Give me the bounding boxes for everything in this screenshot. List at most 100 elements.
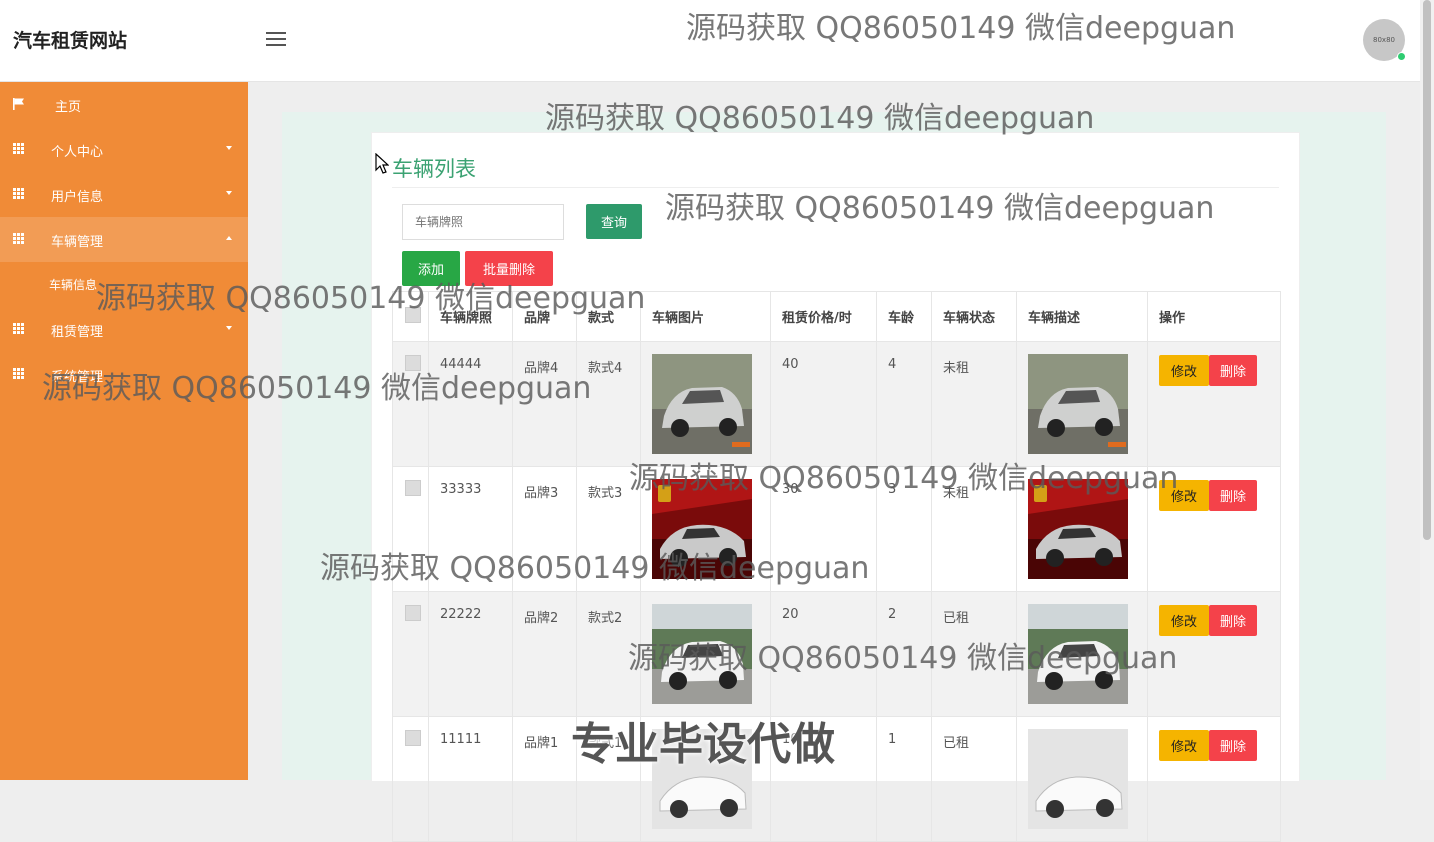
table-row: 33333 品牌3 款式3 30 3 未租 修改 删除 <box>392 466 1281 592</box>
plate-cell: 11111 <box>428 716 513 842</box>
query-button[interactable]: 查询 <box>586 204 642 239</box>
delete-button[interactable]: 删除 <box>1209 605 1257 636</box>
chevron-up-icon <box>226 236 232 240</box>
sidebar-subitem-vehicle-info[interactable]: 车辆信息 <box>49 276 97 293</box>
sidebar-item-label: 主页 <box>55 100 82 115</box>
row-checkbox[interactable] <box>405 355 421 371</box>
actions-cell: 修改 删除 <box>1147 716 1281 842</box>
grid-icon <box>13 368 25 380</box>
scrollbar-thumb[interactable] <box>1423 0 1431 540</box>
delete-button[interactable]: 删除 <box>1209 480 1257 511</box>
row-select-cell <box>392 341 429 467</box>
row-select-cell <box>392 716 429 842</box>
brand-cell: 品牌2 <box>512 591 577 717</box>
price-cell: 20 <box>770 591 877 717</box>
online-status-dot <box>1397 52 1406 61</box>
price-cell: 30 <box>770 466 877 592</box>
row-select-cell <box>392 591 429 717</box>
style-cell: 款式4 <box>576 341 641 467</box>
table-row: 44444 品牌4 款式4 40 4 未租 修改 删除 <box>392 341 1281 467</box>
age-cell: 2 <box>876 591 932 717</box>
delete-button[interactable]: 删除 <box>1209 355 1257 386</box>
sidebar-item-label: 车辆管理 <box>51 235 104 250</box>
edit-button[interactable]: 修改 <box>1159 605 1209 636</box>
actions-cell: 修改 删除 <box>1147 591 1281 717</box>
car-photo-grey-suv <box>1028 354 1128 454</box>
age-cell: 1 <box>876 716 932 842</box>
edit-button[interactable]: 修改 <box>1159 480 1209 511</box>
row-checkbox[interactable] <box>405 605 421 621</box>
sidebar-item-label: 用户信息 <box>51 190 104 205</box>
car-photo-silver-sportscar <box>652 479 752 579</box>
divider <box>392 187 1279 188</box>
car-photo-silver-sportscar <box>1028 479 1128 579</box>
row-checkbox[interactable] <box>405 730 421 746</box>
brand-cell: 品牌3 <box>512 466 577 592</box>
plate-cell: 44444 <box>428 341 513 467</box>
chevron-down-icon <box>226 146 232 150</box>
grid-icon <box>13 188 25 200</box>
column-header: 车龄 <box>876 291 932 342</box>
sidebar-item-personal-center[interactable]: 个人中心 <box>0 127 248 172</box>
image-cell <box>640 591 771 717</box>
select-all-checkbox[interactable] <box>405 307 421 323</box>
edit-button[interactable]: 修改 <box>1159 355 1209 386</box>
description-cell <box>1016 466 1148 592</box>
table-row: 11111 品牌1 款式1 10 1 已租 修改 删除 <box>392 716 1281 842</box>
sidebar-item-vehicle-management[interactable]: 车辆管理 <box>0 217 248 262</box>
page-title: 车辆列表 <box>392 157 476 181</box>
status-cell: 已租 <box>931 716 1017 842</box>
vehicle-list-panel: 车辆列表 查询 添加 批量删除 车辆牌照 品牌 款式 车辆图片 租赁价格/时 车… <box>371 132 1300 842</box>
grid-icon <box>13 233 25 245</box>
row-select-cell <box>392 466 429 592</box>
column-header: 车辆牌照 <box>428 291 513 342</box>
price-cell: 40 <box>770 341 877 467</box>
table-header-row: 车辆牌照 品牌 款式 车辆图片 租赁价格/时 车龄 车辆状态 车辆描述 操作 <box>392 291 1281 342</box>
age-cell: 4 <box>876 341 932 467</box>
car-photo-white-roadster <box>1028 729 1128 829</box>
description-cell <box>1016 591 1148 717</box>
sidebar: 主页 个人中心 用户信息 车辆管理 车辆信息 租赁管理 系统管理 <box>0 82 248 780</box>
watermark-banner: 专业毕设代做 <box>571 719 835 770</box>
actions-cell: 修改 删除 <box>1147 341 1281 467</box>
hamburger-menu-icon[interactable] <box>266 32 286 48</box>
column-header: 车辆图片 <box>640 291 771 342</box>
description-cell <box>1016 716 1148 842</box>
car-photo-grey-suv <box>652 354 752 454</box>
column-header: 车辆描述 <box>1016 291 1148 342</box>
delete-button[interactable]: 删除 <box>1209 730 1257 761</box>
row-checkbox[interactable] <box>405 480 421 496</box>
plate-cell: 33333 <box>428 466 513 592</box>
plate-cell: 22222 <box>428 591 513 717</box>
style-cell: 款式2 <box>576 591 641 717</box>
car-photo-white-suv <box>652 604 752 704</box>
site-title: 汽车租赁网站 <box>13 30 128 52</box>
batch-delete-button[interactable]: 批量删除 <box>465 251 553 286</box>
actions-cell: 修改 删除 <box>1147 466 1281 592</box>
column-header: 车辆状态 <box>931 291 1017 342</box>
sidebar-item-home[interactable]: 主页 <box>0 82 248 127</box>
add-button[interactable]: 添加 <box>402 251 460 286</box>
status-cell: 未租 <box>931 341 1017 467</box>
sidebar-item-rental-management[interactable]: 租赁管理 <box>0 307 248 352</box>
edit-button[interactable]: 修改 <box>1159 730 1209 761</box>
car-photo-white-suv <box>1028 604 1128 704</box>
column-header: 品牌 <box>512 291 577 342</box>
table-row: 22222 品牌2 款式2 20 2 已租 修改 删除 <box>392 591 1281 717</box>
status-cell: 已租 <box>931 591 1017 717</box>
vehicle-table: 车辆牌照 品牌 款式 车辆图片 租赁价格/时 车龄 车辆状态 车辆描述 操作 4… <box>392 291 1281 842</box>
column-header: 操作 <box>1147 291 1281 342</box>
grid-icon <box>13 323 25 335</box>
chevron-down-icon <box>226 191 232 195</box>
sidebar-item-label: 系统管理 <box>51 370 104 385</box>
description-cell <box>1016 341 1148 467</box>
sidebar-item-user-info[interactable]: 用户信息 <box>0 172 248 217</box>
image-cell <box>640 466 771 592</box>
flag-icon <box>13 98 24 110</box>
sidebar-item-label: 个人中心 <box>51 145 104 160</box>
image-cell <box>640 341 771 467</box>
plate-search-input[interactable] <box>402 204 564 240</box>
sidebar-item-system-management[interactable]: 系统管理 <box>0 352 248 397</box>
mouse-cursor-icon <box>375 153 389 174</box>
top-header: 汽车租赁网站 <box>0 0 1420 82</box>
